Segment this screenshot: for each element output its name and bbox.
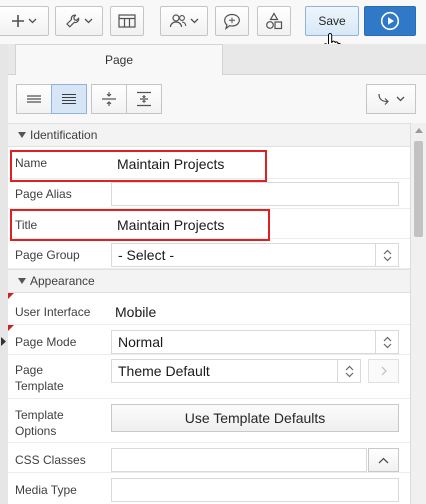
property-row-page-alias: Page Alias <box>8 179 410 209</box>
chevron-up-icon <box>378 457 389 463</box>
page-mode-value: Normal <box>118 334 164 350</box>
wrench-icon <box>66 14 80 28</box>
use-template-defaults-label: Use Template Defaults <box>184 410 326 426</box>
scrollbar-thumb[interactable] <box>414 141 423 237</box>
group-identification[interactable]: Identification <box>8 123 410 147</box>
property-editor: Identification Name Maintain Projects Pa… <box>8 123 410 504</box>
people-icon <box>169 14 187 28</box>
page-mode-select[interactable]: Normal <box>111 330 399 354</box>
page-alias-field[interactable] <box>111 182 399 206</box>
use-template-defaults-button[interactable]: Use Template Defaults <box>111 404 399 432</box>
css-classes-picker-button[interactable] <box>368 448 399 472</box>
collapse-all-icon <box>102 92 116 106</box>
select-arrows-icon <box>375 244 398 266</box>
property-row-page-template: Page Template Theme Default <box>8 355 410 399</box>
shapes-button[interactable] <box>257 6 291 36</box>
show-common-button[interactable] <box>16 84 52 114</box>
shapes-icon <box>266 12 283 30</box>
property-scrollbar[interactable] <box>410 123 426 504</box>
title-value: Maintain Projects <box>117 217 225 233</box>
team-development-button[interactable] <box>160 6 208 36</box>
save-button[interactable]: Save <box>305 6 359 36</box>
chevron-down-icon <box>28 18 36 24</box>
group-identification-label: Identification <box>30 128 98 142</box>
property-row-template-options: Template Options Use Template Defaults <box>8 399 410 443</box>
show-all-icon <box>62 93 76 105</box>
property-view-toolbar <box>8 75 426 123</box>
media-type-label: Media Type <box>15 483 77 497</box>
page-group-select[interactable]: - Select - <box>111 243 399 267</box>
name-value: Maintain Projects <box>117 156 225 172</box>
goto-group-icon <box>378 93 389 105</box>
chevron-down-icon <box>396 96 405 102</box>
css-classes-label: CSS Classes <box>15 453 86 467</box>
collapse-triangle-icon <box>18 278 26 284</box>
template-options-label-line1: Template <box>15 408 64 422</box>
go-to-template-button[interactable] <box>368 359 399 383</box>
required-marker <box>8 293 14 299</box>
show-all-button[interactable] <box>51 84 87 114</box>
title-label: Title <box>15 218 38 232</box>
page-template-select[interactable]: Theme Default <box>111 359 361 383</box>
property-row-page-mode: Page Mode Normal <box>8 325 410 355</box>
add-menu-button[interactable] <box>0 6 49 36</box>
name-field[interactable]: Maintain Projects <box>111 152 399 176</box>
tab-page-label: Page <box>104 53 134 67</box>
required-marker <box>8 325 14 331</box>
property-row-user-interface: User Interface Mobile <box>8 293 410 325</box>
expand-all-icon <box>137 91 151 107</box>
title-field[interactable]: Maintain Projects <box>111 213 399 237</box>
page-mode-label: Page Mode <box>15 335 77 349</box>
comment-icon <box>224 13 240 30</box>
css-classes-field[interactable] <box>111 448 367 472</box>
page-template-value: Theme Default <box>118 363 210 379</box>
property-row-css-classes: CSS Classes <box>8 443 410 473</box>
page-template-label-line2: Template <box>15 379 64 393</box>
chevron-down-icon <box>190 18 199 24</box>
chevron-down-icon <box>84 18 93 24</box>
run-page-button[interactable] <box>364 6 416 36</box>
page-group-label: Page Group <box>15 248 80 262</box>
chevron-right-icon <box>381 366 387 376</box>
property-row-media-type: Media Type <box>8 473 410 504</box>
grid-icon <box>118 14 136 28</box>
utilities-menu-button[interactable] <box>55 6 103 36</box>
property-row-name: Name Maintain Projects <box>8 147 410 179</box>
page-alias-label: Page Alias <box>15 187 72 201</box>
media-type-field[interactable] <box>111 478 399 502</box>
collapse-triangle-icon <box>18 132 26 138</box>
select-arrows-icon <box>337 360 360 382</box>
expand-all-button[interactable] <box>126 84 162 114</box>
template-options-label-line2: Options <box>15 424 57 438</box>
group-appearance-label: Appearance <box>30 274 95 288</box>
property-row-page-group: Page Group - Select - <box>8 239 410 269</box>
select-arrows-icon <box>375 331 398 353</box>
shared-components-button[interactable] <box>110 6 144 36</box>
play-icon <box>380 11 400 31</box>
comments-button[interactable] <box>215 6 249 36</box>
collapse-all-button[interactable] <box>91 84 127 114</box>
page-group-value: - Select - <box>118 247 175 263</box>
show-common-icon <box>27 95 41 103</box>
user-interface-value: Mobile <box>115 304 157 320</box>
page-template-label-line1: Page <box>15 363 44 377</box>
plus-icon <box>11 15 24 27</box>
tab-page[interactable]: Page <box>15 44 223 75</box>
main-toolbar: Save <box>0 0 426 56</box>
scroll-up-arrow-icon <box>415 128 423 133</box>
user-interface-label: User Interface <box>15 305 91 319</box>
name-label: Name <box>15 156 48 170</box>
current-row-indicator-icon <box>1 337 6 346</box>
property-row-title: Title Maintain Projects <box>8 209 410 239</box>
go-to-group-button[interactable] <box>366 84 416 114</box>
save-button-label: Save <box>318 14 346 28</box>
property-tab-bar: Page <box>8 44 426 75</box>
group-appearance[interactable]: Appearance <box>8 269 410 293</box>
